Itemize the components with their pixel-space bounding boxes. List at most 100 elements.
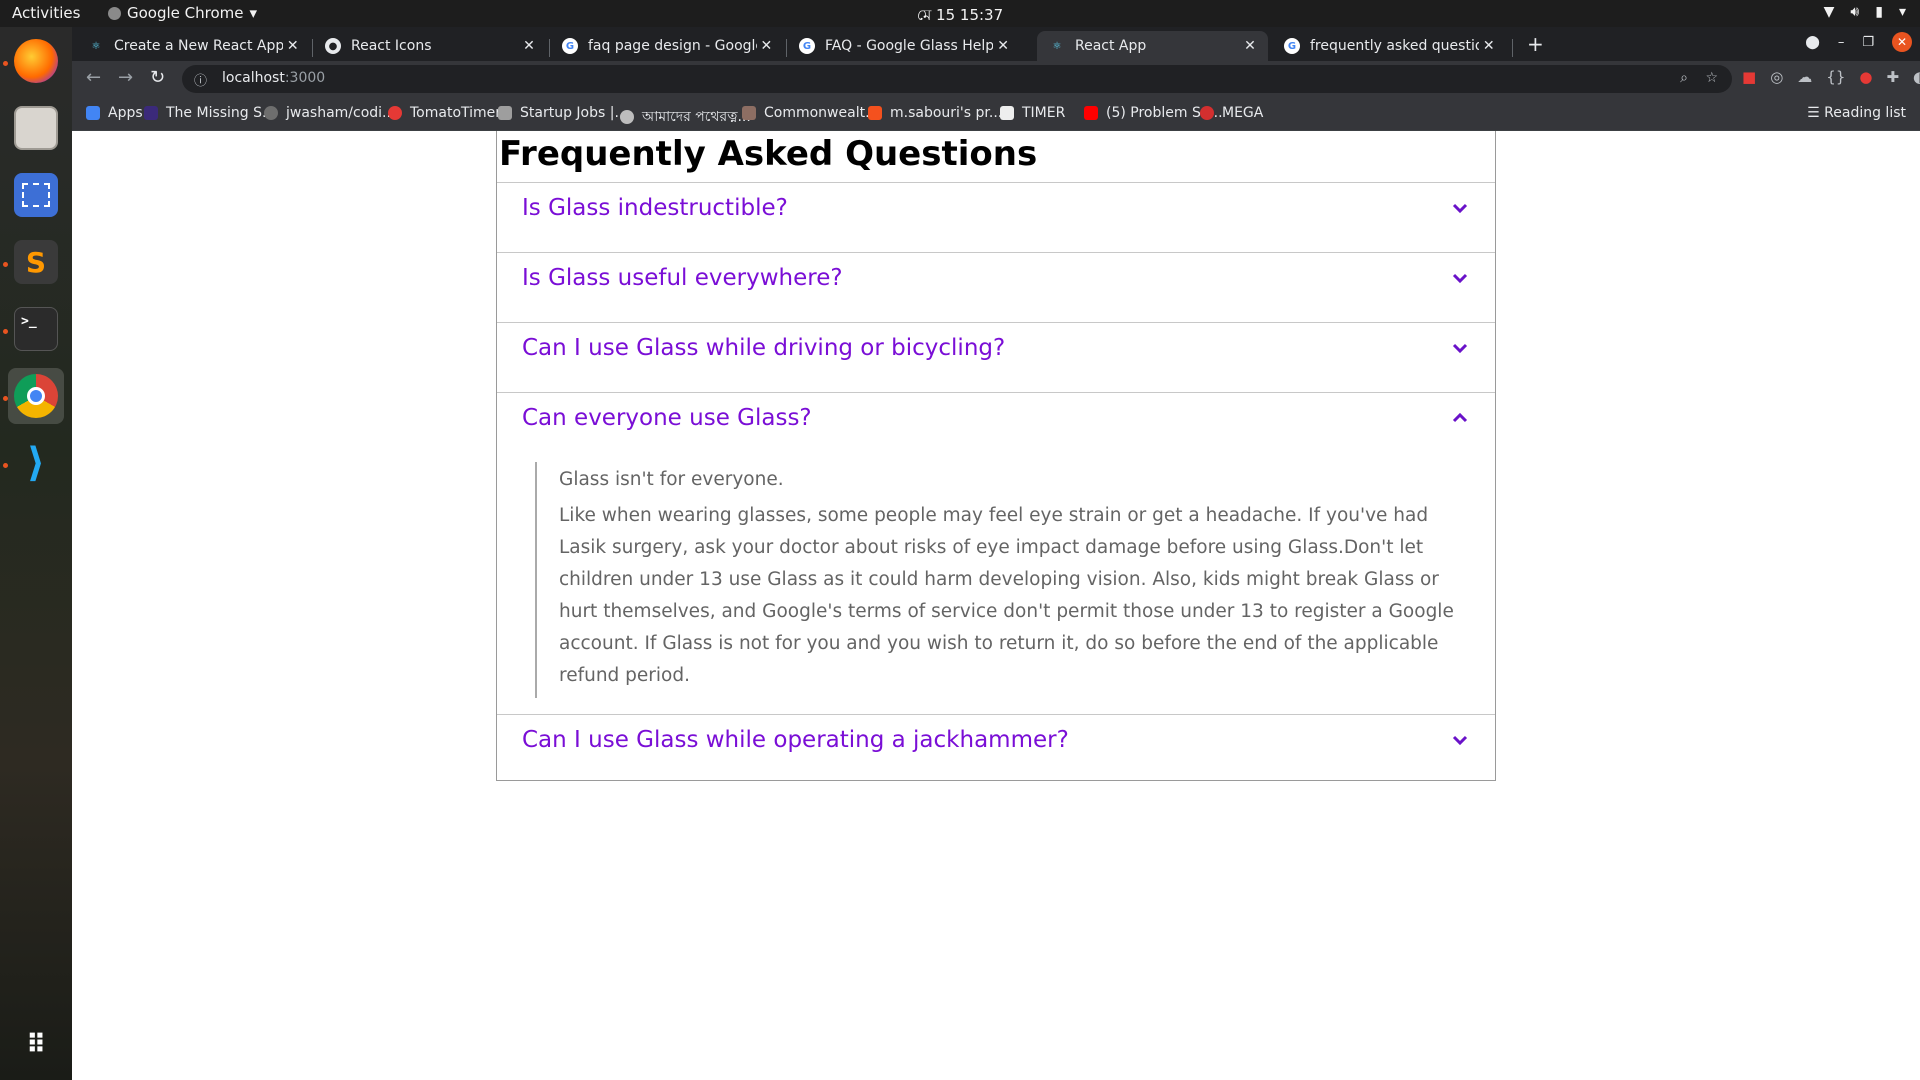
minimize-icon[interactable]: – bbox=[1838, 35, 1845, 50]
google-icon: G bbox=[799, 38, 815, 54]
faq-question: Is Glass useful everywhere? bbox=[522, 265, 843, 291]
bookmarks-bar: Apps The Missing S... jwasham/codi... To… bbox=[72, 97, 1920, 131]
bookmark-label: TomatoTimer bbox=[410, 105, 502, 121]
forward-arrow-icon[interactable]: → bbox=[118, 67, 133, 88]
sublime-icon: S bbox=[14, 240, 58, 284]
bookmark-jwasham[interactable]: jwasham/codi... bbox=[264, 105, 395, 121]
site-icon bbox=[620, 110, 634, 124]
browser-toolbar: ← → ↻ ⓘ localhost:3000 ⌕ ☆ ■ ◎ ☁ {} ● ✚ … bbox=[72, 61, 1920, 97]
faq-question: Is Glass indestructible? bbox=[522, 195, 788, 221]
clock[interactable]: মে 15 15:37 bbox=[880, 4, 1040, 29]
extension-target-icon[interactable]: ◎ bbox=[1770, 68, 1783, 86]
url-text: localhost:3000 bbox=[222, 70, 325, 86]
tab-react-app[interactable]: ⚛ React App ✕ bbox=[1037, 31, 1268, 61]
activities-button[interactable]: Activities bbox=[12, 4, 80, 22]
reload-icon[interactable]: ↻ bbox=[150, 67, 165, 88]
tab-title: React Icons bbox=[351, 38, 432, 54]
chrome-launcher[interactable] bbox=[8, 368, 64, 424]
bookmark-star-icon[interactable]: ☆ bbox=[1705, 70, 1718, 86]
terminal-launcher[interactable]: >_ bbox=[8, 301, 64, 357]
tomato-icon bbox=[388, 106, 402, 120]
app-grid-icon: ⠿ bbox=[25, 1030, 47, 1060]
reading-list-icon: ☰ bbox=[1807, 105, 1825, 121]
bookmark-commonwealth[interactable]: Commonwealt... bbox=[742, 105, 878, 121]
tab-search-icon[interactable]: ⬤ bbox=[1805, 35, 1820, 50]
zoom-icon[interactable]: ⌕ bbox=[1680, 70, 1688, 86]
close-icon[interactable]: ✕ bbox=[519, 38, 539, 54]
reading-list-button[interactable]: ☰ Reading list bbox=[1807, 105, 1906, 121]
chevron-up-icon bbox=[1452, 412, 1468, 423]
address-bar[interactable]: ⓘ localhost:3000 ⌕ ☆ bbox=[182, 65, 1732, 93]
faq-item: Is Glass indestructible? bbox=[497, 183, 1495, 253]
faq-question-toggle[interactable]: Is Glass useful everywhere? bbox=[497, 253, 1495, 322]
close-icon[interactable]: ✕ bbox=[1479, 38, 1498, 54]
bookmark-mega[interactable]: MEGA bbox=[1200, 105, 1263, 121]
faq-answer: Glass isn't for everyone. Like when wear… bbox=[535, 462, 1470, 698]
faq-container: Frequently Asked Questions Is Glass inde… bbox=[496, 131, 1496, 781]
google-icon: G bbox=[562, 38, 578, 54]
github-icon: ● bbox=[325, 38, 341, 54]
dock: S >_ ⟩ ⠿ bbox=[0, 27, 72, 1080]
faq-question-toggle[interactable]: Is Glass indestructible? bbox=[497, 183, 1495, 252]
firefox-icon bbox=[14, 39, 58, 83]
screenshot-launcher[interactable] bbox=[8, 167, 64, 223]
react-icon: ⚛ bbox=[1052, 40, 1062, 52]
page-viewport: Frequently Asked Questions Is Glass inde… bbox=[72, 131, 1920, 1080]
extension-hand-icon[interactable]: ● bbox=[1859, 68, 1872, 86]
sublime-text-launcher[interactable]: S bbox=[8, 234, 64, 290]
restore-icon[interactable]: ❐ bbox=[1862, 35, 1874, 50]
show-applications-button[interactable]: ⠿ bbox=[8, 1017, 64, 1073]
system-tray[interactable]: ▼ 🔊︎ ▮ ▾ bbox=[1824, 4, 1906, 20]
bookmark-label: MEGA bbox=[1222, 105, 1264, 121]
tab-title: frequently asked question bbox=[1310, 38, 1480, 54]
chevron-down-icon bbox=[1452, 343, 1468, 354]
screenshot-icon bbox=[14, 173, 58, 217]
extension-braces-icon[interactable]: {} bbox=[1826, 68, 1845, 86]
firefox-launcher[interactable] bbox=[8, 33, 64, 89]
commonwealth-icon bbox=[742, 106, 756, 120]
bookmark-missing-semester[interactable]: The Missing S... bbox=[144, 105, 275, 121]
bookmark-apps[interactable]: Apps bbox=[86, 105, 143, 121]
vscode-launcher[interactable]: ⟩ bbox=[8, 435, 64, 491]
bookmark-tomatotimer[interactable]: TomatoTimer bbox=[388, 105, 501, 121]
close-icon[interactable]: ✕ bbox=[757, 38, 776, 54]
tab-faq-page-design[interactable]: G faq page design - Google ✕ bbox=[550, 31, 784, 61]
files-launcher[interactable] bbox=[8, 100, 64, 156]
new-tab-plus-icon[interactable]: + bbox=[1527, 32, 1544, 56]
bookmark-msabouri[interactable]: m.sabouri's pr... bbox=[868, 105, 1002, 121]
tab-frequently-asked-question[interactable]: G frequently asked question ✕ bbox=[1272, 31, 1506, 61]
github-icon bbox=[264, 106, 278, 120]
faq-item: Can I use Glass while operating a jackha… bbox=[497, 715, 1495, 780]
bookmark-timer[interactable]: TIMER bbox=[1000, 105, 1065, 121]
bookmark-label: Commonwealt... bbox=[764, 105, 879, 121]
app-menu-label: Google Chrome bbox=[127, 4, 244, 22]
tab-create-react-app[interactable]: ⚛ Create a New React App – ✕ bbox=[76, 31, 310, 61]
close-icon[interactable]: ✕ bbox=[993, 38, 1013, 54]
profile-avatar[interactable]: ◐ bbox=[1913, 68, 1920, 86]
extension-cloud-icon[interactable]: ☁ bbox=[1797, 68, 1812, 86]
missing-semester-icon bbox=[144, 106, 158, 120]
extensions-puzzle-icon[interactable]: ✚ bbox=[1886, 68, 1899, 86]
faq-answer-body: Like when wearing glasses, some people m… bbox=[559, 505, 1454, 686]
close-icon[interactable]: ✕ bbox=[283, 38, 302, 54]
extension-red-icon[interactable]: ■ bbox=[1742, 68, 1756, 86]
chevron-down-icon bbox=[1452, 273, 1468, 284]
close-icon[interactable]: ✕ bbox=[1240, 38, 1260, 54]
close-window-icon[interactable]: ✕ bbox=[1892, 32, 1912, 52]
tab-faq-google-glass-help[interactable]: G FAQ - Google Glass Help ✕ bbox=[787, 31, 1021, 61]
terminal-icon: >_ bbox=[14, 307, 58, 351]
back-arrow-icon[interactable]: ← bbox=[86, 67, 101, 88]
faq-question-toggle[interactable]: Can I use Glass while driving or bicycli… bbox=[497, 323, 1495, 392]
tab-react-icons[interactable]: ● React Icons ✕ bbox=[313, 31, 547, 61]
url-host: localhost bbox=[222, 70, 285, 86]
faq-question-toggle[interactable]: Can I use Glass while operating a jackha… bbox=[497, 715, 1495, 780]
bookmark-startup-jobs[interactable]: Startup Jobs |... bbox=[498, 105, 628, 121]
site-info-icon[interactable]: ⓘ bbox=[194, 70, 207, 89]
bookmark-label: TIMER bbox=[1022, 105, 1066, 121]
faq-question-toggle[interactable]: Can everyone use Glass? bbox=[497, 393, 1495, 462]
tab-title: faq page design - Google bbox=[588, 38, 757, 54]
app-menu[interactable]: Google Chrome ▾ bbox=[108, 4, 257, 22]
chevron-down-icon bbox=[1452, 203, 1468, 214]
system-top-bar: Activities Google Chrome ▾ মে 15 15:37 ▼… bbox=[0, 0, 1920, 27]
bookmark-bengali-site[interactable]: আমাদের পথেরত্ন... bbox=[620, 105, 751, 129]
